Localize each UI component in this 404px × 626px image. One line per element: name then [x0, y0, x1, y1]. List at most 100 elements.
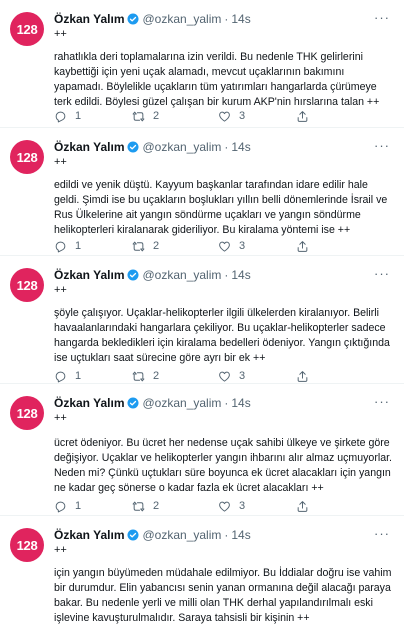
reply-icon	[55, 371, 66, 382]
tweet[interactable]: 128 Özkan Yalım @ozkan_yalim · 14s ··· +…	[0, 516, 404, 626]
tweet-prefix: ++	[54, 412, 67, 424]
author-name[interactable]: Özkan Yalım	[54, 140, 124, 154]
retweet-button[interactable]: 2	[132, 110, 218, 123]
tweet-actions: 1 2 3	[54, 238, 354, 254]
tweet[interactable]: 128 Özkan Yalım @ozkan_yalim · 14s ··· +…	[0, 384, 404, 516]
separator-dot: ·	[224, 396, 229, 410]
reply-button[interactable]: 1	[54, 500, 132, 513]
more-options-icon[interactable]: ···	[374, 10, 390, 25]
tweet[interactable]: 128 Özkan Yalım @ozkan_yalim · 14s ··· +…	[0, 128, 404, 256]
tweet-time[interactable]: 14s	[231, 396, 250, 410]
avatar-text: 128	[16, 537, 38, 553]
avatar[interactable]: 128	[10, 140, 44, 174]
more-options-icon[interactable]: ···	[374, 526, 390, 541]
retweet-button[interactable]: 2	[132, 240, 218, 253]
tweet-text: için yangın büyümeden müdahale edilmiyor…	[54, 567, 392, 624]
avatar[interactable]: 128	[10, 12, 44, 46]
heart-icon	[219, 241, 230, 252]
tweet-prefix: ++	[54, 28, 67, 40]
retweet-button[interactable]: 2	[132, 500, 218, 513]
like-button[interactable]: 3	[218, 240, 296, 253]
tweet[interactable]: 128 Özkan Yalım @ozkan_yalim · 14s ··· +…	[0, 0, 404, 128]
reply-icon	[55, 111, 66, 122]
reply-icon	[55, 501, 66, 512]
tweet-header: Özkan Yalım @ozkan_yalim · 14s	[54, 268, 251, 282]
author-handle[interactable]: @ozkan_yalim	[142, 140, 221, 154]
tweet-text: ücret ödeniyor. Bu ücret her nedense uça…	[54, 437, 392, 494]
share-icon	[297, 110, 308, 122]
retweet-button[interactable]: 2	[132, 370, 218, 383]
tweet-prefix: ++	[54, 284, 67, 296]
retweet-count: 2	[153, 370, 160, 382]
reply-count: 1	[75, 110, 82, 122]
share-button[interactable]	[296, 240, 317, 253]
like-button[interactable]: 3	[218, 370, 296, 383]
share-icon	[297, 240, 308, 252]
reply-icon	[55, 241, 66, 252]
tweet-header: Özkan Yalım @ozkan_yalim · 14s	[54, 140, 251, 154]
tweet-actions: 1 2 3	[54, 368, 354, 384]
tweet-header: Özkan Yalım @ozkan_yalim · 14s	[54, 12, 251, 26]
more-options-icon[interactable]: ···	[374, 394, 390, 409]
like-button[interactable]: 3	[218, 110, 296, 123]
retweet-icon	[132, 371, 145, 381]
tweet-header: Özkan Yalım @ozkan_yalim · 14s	[54, 396, 251, 410]
share-button[interactable]	[296, 500, 317, 513]
avatar[interactable]: 128	[10, 396, 44, 430]
share-icon	[297, 370, 308, 382]
tweet-time[interactable]: 14s	[231, 528, 250, 542]
retweet-count: 2	[153, 500, 160, 512]
reply-count: 1	[75, 370, 82, 382]
author-name[interactable]: Özkan Yalım	[54, 12, 124, 26]
reply-count: 1	[75, 500, 82, 512]
heart-icon	[219, 111, 230, 122]
tweet-text: şöyle çalışıyor. Uçaklar-helikopterler i…	[54, 307, 390, 364]
author-handle[interactable]: @ozkan_yalim	[142, 12, 221, 26]
share-button[interactable]	[296, 110, 317, 123]
reply-button[interactable]: 1	[54, 370, 132, 383]
author-handle[interactable]: @ozkan_yalim	[142, 268, 221, 282]
share-icon	[297, 500, 308, 512]
author-name[interactable]: Özkan Yalım	[54, 268, 124, 282]
verified-badge-icon	[127, 13, 139, 25]
tweet-text: rahatlıkla deri toplamalarına izin veril…	[54, 51, 380, 108]
tweet-actions: 1 2 3	[54, 108, 354, 124]
author-handle[interactable]: @ozkan_yalim	[142, 528, 221, 542]
retweet-count: 2	[153, 110, 160, 122]
like-count: 3	[239, 240, 246, 252]
retweet-icon	[132, 241, 145, 251]
verified-badge-icon	[127, 141, 139, 153]
retweet-icon	[132, 111, 145, 121]
avatar-text: 128	[16, 405, 38, 421]
more-options-icon[interactable]: ···	[374, 266, 390, 281]
tweet-time[interactable]: 14s	[231, 140, 250, 154]
author-name[interactable]: Özkan Yalım	[54, 396, 124, 410]
reply-count: 1	[75, 240, 82, 252]
tweet-time[interactable]: 14s	[231, 268, 250, 282]
tweet-header: Özkan Yalım @ozkan_yalim · 14s	[54, 528, 251, 542]
reply-button[interactable]: 1	[54, 110, 132, 123]
like-count: 3	[239, 500, 246, 512]
heart-icon	[219, 371, 230, 382]
like-button[interactable]: 3	[218, 500, 296, 513]
avatar[interactable]: 128	[10, 528, 44, 562]
share-button[interactable]	[296, 370, 317, 383]
retweet-count: 2	[153, 240, 160, 252]
verified-badge-icon	[127, 269, 139, 281]
avatar-text: 128	[16, 21, 38, 37]
separator-dot: ·	[224, 12, 229, 26]
avatar[interactable]: 128	[10, 268, 44, 302]
tweet[interactable]: 128 Özkan Yalım @ozkan_yalim · 14s ··· +…	[0, 256, 404, 384]
more-options-icon[interactable]: ···	[374, 138, 390, 153]
author-name[interactable]: Özkan Yalım	[54, 528, 124, 542]
tweet-text: edildi ve yenik düştü. Kayyum başkanlar …	[54, 179, 388, 236]
separator-dot: ·	[224, 268, 229, 282]
heart-icon	[219, 501, 230, 512]
author-handle[interactable]: @ozkan_yalim	[142, 396, 221, 410]
tweet-prefix: ++	[54, 156, 67, 168]
verified-badge-icon	[127, 397, 139, 409]
like-count: 3	[239, 370, 246, 382]
tweet-time[interactable]: 14s	[231, 12, 250, 26]
reply-button[interactable]: 1	[54, 240, 132, 253]
tweet-actions: 1 2 3	[54, 498, 354, 514]
